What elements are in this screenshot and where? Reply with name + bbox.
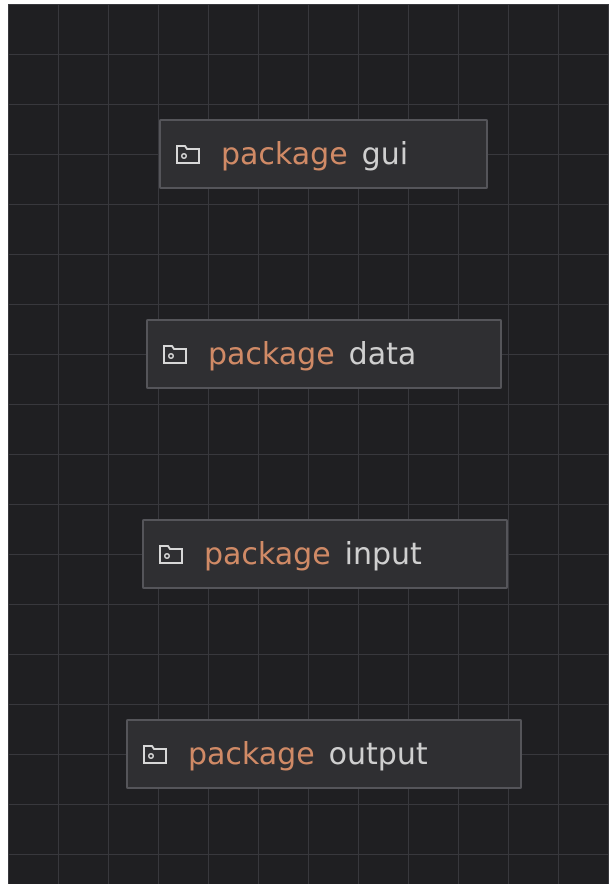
package-keyword: package [188, 736, 315, 772]
folder-icon [173, 142, 203, 166]
package-node-output[interactable]: package output [126, 719, 522, 789]
package-keyword: package [204, 536, 331, 572]
package-keyword: package [208, 336, 335, 372]
folder-icon [160, 342, 190, 366]
package-node-input[interactable]: package input [142, 519, 508, 589]
folder-icon [156, 542, 186, 566]
package-name: data [348, 336, 417, 372]
package-node-data[interactable]: package data [146, 319, 502, 389]
package-name: gui [361, 136, 409, 172]
folder-icon [140, 742, 170, 766]
package-node-gui[interactable]: package gui [159, 119, 488, 189]
diagram-canvas[interactable]: package gui package data package input p… [8, 4, 609, 884]
package-name: input [344, 536, 422, 572]
package-name: output [328, 736, 428, 772]
package-keyword: package [221, 136, 348, 172]
